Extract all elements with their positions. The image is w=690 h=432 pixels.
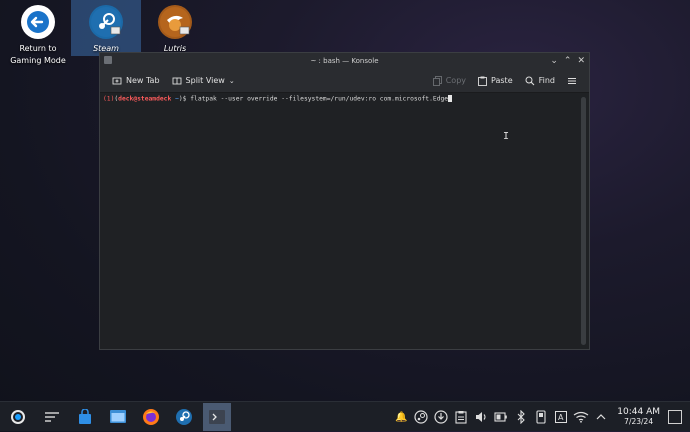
find-label: Find — [538, 76, 555, 85]
desktop-icon-return-gaming[interactable]: Return to Gaming Mode — [3, 0, 73, 67]
steam-icon — [176, 408, 192, 425]
scrollbar-thumb[interactable] — [581, 97, 586, 345]
close-icon[interactable]: ✕ — [577, 53, 585, 69]
return-arrow-icon — [21, 5, 55, 39]
volume-icon[interactable] — [472, 408, 490, 426]
chevron-up-icon[interactable] — [592, 408, 610, 426]
firefox-icon — [143, 408, 159, 425]
bluetooth-icon[interactable] — [512, 408, 530, 426]
discover-store-button[interactable] — [71, 403, 99, 431]
split-view-label: Split View — [185, 76, 225, 85]
steam-tray-icon[interactable] — [412, 408, 430, 426]
menu-icon — [568, 77, 576, 84]
maximize-icon[interactable]: ⌃ — [564, 53, 572, 69]
hamburger-menu-button[interactable] — [561, 76, 583, 86]
firefox-button[interactable] — [137, 403, 165, 431]
prompt-status: (1) — [103, 95, 115, 103]
sliders-icon — [45, 411, 59, 422]
clock-date: 7/23/24 — [624, 417, 654, 426]
split-view-icon — [172, 77, 181, 84]
konsole-window[interactable]: ~ : bash — Konsole ⌄ ⌃ ✕ New Tab Split V… — [99, 52, 590, 350]
terminal-scrollbar[interactable] — [581, 97, 586, 345]
folder-window-icon — [110, 410, 126, 423]
new-tab-button[interactable]: New Tab — [106, 76, 166, 86]
new-tab-label: New Tab — [126, 76, 160, 85]
svg-text:A: A — [558, 413, 564, 422]
clipboard-icon[interactable] — [452, 408, 470, 426]
copy-label: Copy — [445, 76, 467, 85]
system-tray: 🔔 A 10:44 AM 7/23/24 — [391, 402, 690, 432]
minimize-icon[interactable]: ⌄ — [550, 53, 558, 69]
split-view-button[interactable]: Split View ⌄ — [166, 76, 241, 86]
terminal-area[interactable]: (1)(deck@steamdeck ~)$ flatpak --user ov… — [100, 93, 589, 349]
search-icon — [525, 76, 534, 85]
new-tab-icon — [112, 77, 122, 84]
copy-icon — [432, 75, 442, 86]
battery-icon[interactable] — [492, 408, 510, 426]
wifi-icon[interactable] — [572, 408, 590, 426]
steam-icon — [89, 5, 123, 39]
konsole-app-icon — [104, 56, 112, 64]
mouse-ibeam-cursor-icon: I — [503, 131, 510, 142]
application-launcher-button[interactable] — [5, 403, 33, 431]
clock[interactable]: 10:44 AM 7/23/24 — [617, 407, 660, 427]
prompt-close: )$ — [178, 95, 187, 103]
notification-bell-icon[interactable]: 🔔 — [392, 408, 410, 426]
paste-button[interactable]: Paste — [472, 76, 519, 86]
desktop-icon-label: Return to — [19, 44, 57, 53]
window-titlebar[interactable]: ~ : bash — Konsole ⌄ ⌃ ✕ — [100, 53, 589, 69]
lutris-icon — [158, 5, 192, 39]
chevron-down-icon: ⌄ — [228, 76, 235, 85]
toolbar: New Tab Split View ⌄ Copy Paste Find — [100, 69, 589, 93]
desktop-icon-steam[interactable]: Steam — [71, 0, 141, 56]
input-method-icon[interactable]: A — [552, 408, 570, 426]
find-button[interactable]: Find — [519, 76, 561, 86]
steam-taskbar-button[interactable] — [170, 403, 198, 431]
store-bag-icon — [79, 408, 91, 424]
show-desktop-button[interactable] — [668, 410, 682, 424]
desktop-icon-lutris[interactable]: Lutris — [140, 0, 210, 55]
task-manager-settings-button[interactable] — [38, 403, 66, 431]
steamdeck-logo-icon — [11, 409, 25, 424]
konsole-taskbar-button[interactable] — [203, 402, 231, 431]
terminal-command: flatpak --user override --filesystem=/ru… — [190, 95, 449, 103]
terminal-icon — [209, 409, 225, 424]
desktop-icon-label: Gaming Mode — [10, 56, 66, 65]
text-cursor — [448, 95, 453, 102]
paste-icon — [478, 76, 487, 86]
clock-time: 10:44 AM — [617, 407, 660, 417]
taskbar: 🔔 A 10:44 AM 7/23/24 — [0, 401, 690, 431]
update-download-icon[interactable] — [432, 408, 450, 426]
paste-label: Paste — [491, 76, 513, 85]
prompt-user-host: deck@steamdeck — [118, 95, 172, 103]
copy-button[interactable]: Copy — [427, 75, 472, 86]
window-title: ~ : bash — Konsole — [310, 57, 379, 65]
file-manager-button[interactable] — [104, 403, 132, 431]
kde-connect-icon[interactable] — [532, 408, 550, 426]
